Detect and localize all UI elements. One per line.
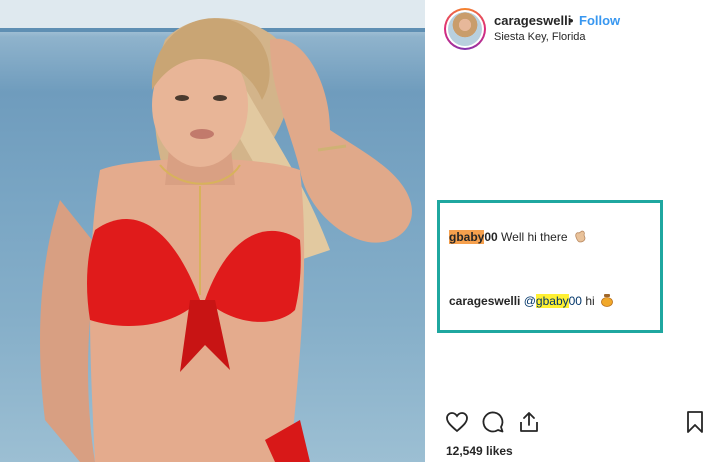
- comment-text: hi: [581, 294, 595, 308]
- comment-icon[interactable]: [481, 410, 507, 436]
- mention-link[interactable]: @gbaby00: [524, 294, 582, 308]
- mention-highlight: gbaby: [535, 294, 569, 308]
- post-side-panel: carageswelli • Follow Siesta Key, Florid…: [425, 0, 723, 462]
- comment-text: Well hi there: [497, 230, 568, 244]
- post-actions: [425, 410, 723, 442]
- clap-hand-emoji-icon: [573, 229, 587, 246]
- comment-item: gbaby00 Well hi there: [449, 229, 587, 246]
- post-photo[interactable]: [0, 0, 425, 462]
- honey-pot-emoji-icon: [600, 293, 614, 310]
- likes-count[interactable]: 12,549 likes: [446, 444, 513, 458]
- location-link[interactable]: Siesta Key, Florida: [494, 31, 586, 43]
- avatar[interactable]: [444, 8, 486, 50]
- username-highlight: gbaby: [449, 230, 485, 244]
- follow-button[interactable]: Follow: [579, 13, 620, 28]
- comment-username[interactable]: carageswelli: [449, 294, 520, 308]
- beach-photo-illustration: [0, 0, 425, 462]
- username-link[interactable]: carageswelli: [494, 13, 571, 28]
- heart-icon[interactable]: [445, 410, 471, 436]
- bookmark-icon[interactable]: [683, 410, 709, 436]
- mention-suffix: 00: [568, 294, 582, 308]
- separator-dot: •: [569, 13, 574, 28]
- comment-item: carageswelli @gbaby00 hi: [449, 293, 614, 310]
- share-icon[interactable]: [517, 410, 543, 436]
- comments-highlight-box: gbaby00 Well hi there carageswelli @gbab…: [437, 200, 663, 333]
- comment-username[interactable]: gbaby00: [449, 230, 498, 244]
- username-suffix: 00: [484, 230, 498, 244]
- post-header: carageswelli • Follow Siesta Key, Florid…: [425, 0, 723, 58]
- mention-at: @: [523, 294, 536, 308]
